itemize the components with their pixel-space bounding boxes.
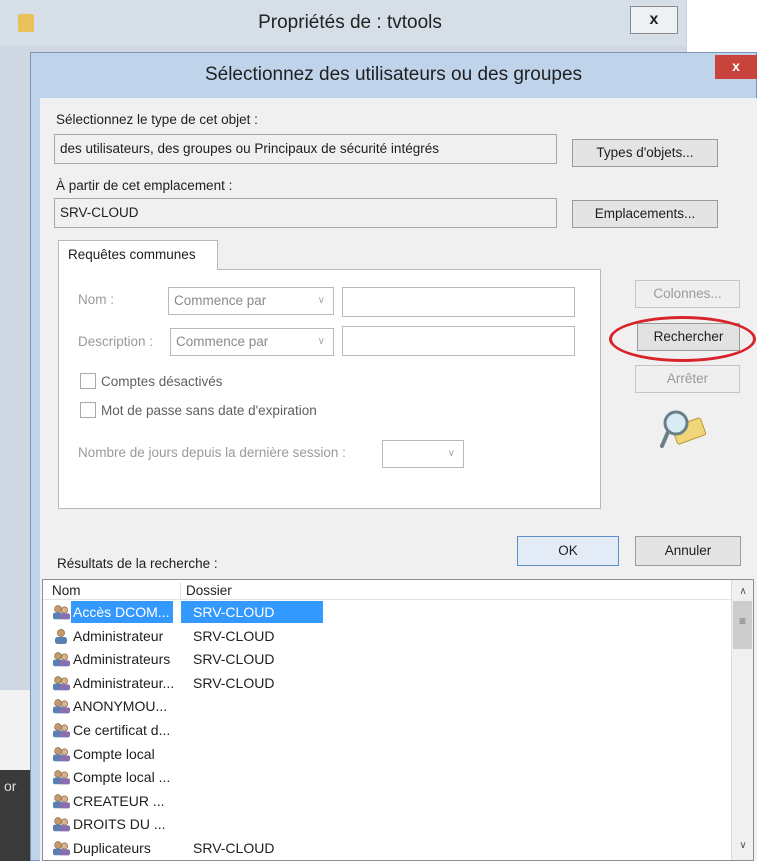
stop-button[interactable]: Arrêter <box>635 365 740 393</box>
tab-common-queries[interactable]: Requêtes communes <box>58 240 218 270</box>
row-name: Ce certificat d... <box>73 722 171 738</box>
row-name: Accès DCOM... <box>71 601 174 623</box>
table-row[interactable]: Ce certificat d... <box>45 719 725 741</box>
background-side-text: or <box>4 778 17 794</box>
column-header-name[interactable]: Nom <box>52 581 81 601</box>
group-icon <box>51 651 71 667</box>
table-row[interactable]: Administrateur... SRV-CLOUD <box>45 672 725 694</box>
table-row[interactable]: Administrateurs SRV-CLOUD <box>45 648 725 670</box>
table-row[interactable]: Accès DCOM... SRV-CLOUD <box>45 601 725 623</box>
table-row[interactable]: CREATEUR ... <box>45 790 725 812</box>
chevron-down-icon: ∨ <box>447 448 455 459</box>
column-header-folder[interactable]: Dossier <box>186 581 232 601</box>
table-row[interactable]: Compte local <box>45 743 725 765</box>
days-since-logon-select[interactable]: ∨ <box>382 440 464 468</box>
user-icon <box>51 628 71 644</box>
group-icon <box>51 816 71 832</box>
disabled-accounts-checkbox[interactable] <box>80 373 96 389</box>
table-row[interactable]: DROITS DU ... <box>45 813 725 835</box>
row-name: Administrateur... <box>73 674 175 691</box>
table-row[interactable]: Compte local ... <box>45 766 725 788</box>
row-name: DROITS DU ... <box>73 816 166 833</box>
row-name: Administrateur <box>73 627 164 644</box>
location-field: SRV-CLOUD <box>54 198 557 228</box>
days-since-logon-label: Nombre de jours depuis la dernière sessi… <box>78 445 346 460</box>
group-icon <box>51 604 71 620</box>
row-folder: SRV-CLOUD <box>193 627 275 644</box>
background-window-title: Propriétés de : tvtools <box>0 0 700 46</box>
group-icon <box>51 698 71 714</box>
row-folder: SRV-CLOUD <box>193 840 275 856</box>
chevron-down-icon: ∨ <box>317 295 325 306</box>
group-icon <box>51 746 71 762</box>
row-name: Compte local ... <box>73 769 171 786</box>
group-icon <box>51 769 71 785</box>
name-label: Nom : <box>78 292 115 307</box>
name-mode-select[interactable]: Commence par ∨ <box>168 287 334 315</box>
background-side-panel <box>0 690 30 770</box>
group-icon <box>51 840 71 856</box>
description-input[interactable] <box>342 326 575 356</box>
row-name: ANONYMOU... <box>73 698 168 715</box>
non-expiring-password-label: Mot de passe sans date d'expiration <box>101 403 317 418</box>
locations-button[interactable]: Emplacements... <box>572 200 718 228</box>
scroll-down-icon[interactable]: ∨ <box>733 836 753 856</box>
group-icon <box>51 675 71 691</box>
table-row[interactable]: ANONYMOU... <box>45 695 725 717</box>
table-row[interactable]: Duplicateurs SRV-CLOUD <box>45 837 725 859</box>
ok-button[interactable]: OK <box>517 536 619 566</box>
row-name: Compte local <box>73 745 155 762</box>
object-type-label: Sélectionnez le type de cet objet : <box>56 112 258 127</box>
scroll-grip-icon: ≡ <box>738 614 746 628</box>
name-mode-value: Commence par <box>174 293 267 308</box>
group-icon <box>51 722 71 738</box>
dialog-title: Sélectionnez des utilisateurs ou des gro… <box>204 64 583 85</box>
row-name: Administrateurs <box>73 651 171 668</box>
description-mode-select[interactable]: Commence par ∨ <box>170 328 334 356</box>
description-mode-value: Commence par <box>176 334 269 349</box>
disabled-accounts-label: Comptes désactivés <box>101 374 223 389</box>
column-divider[interactable] <box>180 582 181 599</box>
row-folder: SRV-CLOUD <box>181 601 323 623</box>
table-row[interactable]: Administrateur SRV-CLOUD <box>45 625 725 647</box>
search-icon <box>660 410 707 448</box>
name-input[interactable] <box>342 287 575 317</box>
location-label: À partir de cet emplacement : <box>56 178 233 193</box>
description-label: Description : <box>78 334 154 349</box>
folder-icon <box>18 14 34 32</box>
row-folder: SRV-CLOUD <box>193 651 275 668</box>
object-type-field: des utilisateurs, des groupes ou Princip… <box>54 134 557 164</box>
chevron-down-icon: ∨ <box>317 336 325 347</box>
results-header <box>43 580 731 600</box>
cancel-button[interactable]: Annuler <box>635 536 741 566</box>
scroll-up-icon[interactable]: ∧ <box>733 582 753 602</box>
row-name: CREATEUR ... <box>73 792 165 809</box>
row-name: Duplicateurs <box>73 840 151 856</box>
search-results-label: Résultats de la recherche : <box>57 556 218 571</box>
dialog-close-button[interactable]: x <box>715 55 757 79</box>
columns-button[interactable]: Colonnes... <box>635 280 740 308</box>
object-types-button[interactable]: Types d'objets... <box>572 139 718 167</box>
row-folder: SRV-CLOUD <box>193 674 275 691</box>
non-expiring-password-checkbox[interactable] <box>80 402 96 418</box>
group-icon <box>51 793 71 809</box>
search-button[interactable]: Rechercher <box>637 323 740 351</box>
background-close-button[interactable]: x <box>630 6 678 34</box>
